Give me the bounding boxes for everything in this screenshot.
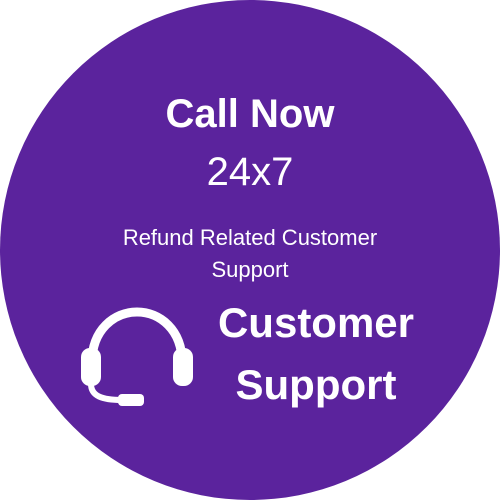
customer-support-line-2: Support xyxy=(235,361,397,408)
call-now-graphic: Call Now 24x7 Refund Related Customer Su… xyxy=(0,0,500,500)
refund-support-line-1: Refund Related Customer xyxy=(122,225,378,250)
refund-support-text: Refund Related Customer Support xyxy=(80,222,420,286)
customer-support-line-1: Customer xyxy=(217,299,415,346)
customer-support-title: Customer Support xyxy=(196,292,436,416)
call-now-heading: Call Now xyxy=(165,92,335,136)
refund-support-line-2: Support xyxy=(211,257,289,282)
availability-text: 24x7 xyxy=(206,150,294,194)
headset-icon xyxy=(81,307,193,406)
